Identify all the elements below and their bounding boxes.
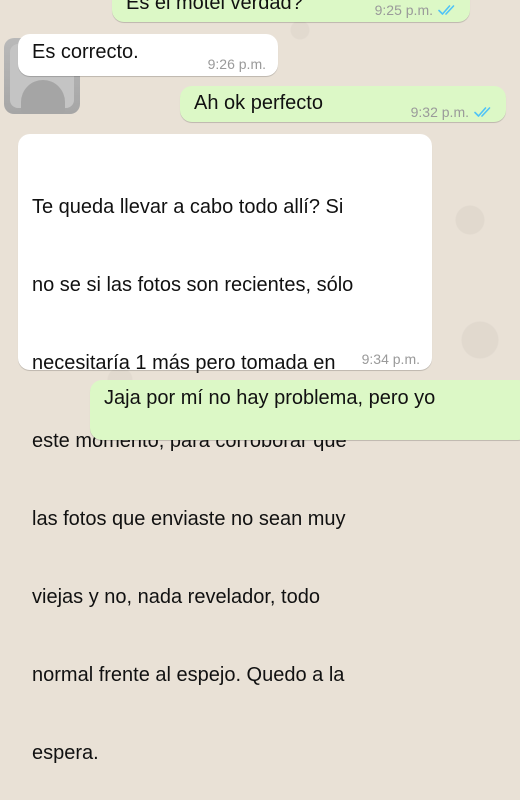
message-text: Te queda llevar a cabo todo allí? Si no … bbox=[32, 142, 353, 800]
message-line: necesitaría 1 más pero tomada en bbox=[32, 352, 336, 374]
double-check-icon bbox=[474, 106, 496, 118]
message-line: las fotos que enviaste no sean muy bbox=[32, 508, 346, 530]
message-bubble-incoming[interactable]: Te queda llevar a cabo todo allí? Si no … bbox=[18, 134, 432, 764]
message-meta: 9:25 p.m. bbox=[375, 0, 460, 23]
message-text: Jaja por mí no hay problema, pero yo bbox=[104, 387, 436, 409]
message-line: Te queda llevar a cabo todo allí? Si bbox=[32, 196, 344, 218]
message-text: Es correcto. bbox=[32, 41, 139, 63]
message-line: viejas y no, nada revelador, todo bbox=[32, 586, 320, 608]
message-time: 9:32 p.m. bbox=[410, 104, 469, 120]
message-bubble-outgoing[interactable]: Jaja por mí no hay problema, pero yo bbox=[90, 380, 520, 440]
message-time: 9:34 p.m. bbox=[361, 351, 420, 367]
message-time: 9:26 p.m. bbox=[207, 56, 266, 72]
double-check-icon bbox=[438, 4, 460, 16]
message-meta: 9:26 p.m. bbox=[208, 51, 266, 77]
message-text: Es el motel verdad? bbox=[126, 0, 303, 14]
message-time: 9:25 p.m. bbox=[374, 2, 433, 18]
message-line: no se si las fotos son recientes, sólo bbox=[32, 274, 354, 296]
message-meta: 9:34 p.m. bbox=[362, 346, 420, 372]
message-bubble-outgoing[interactable]: Es el motel verdad? 9:25 p.m. bbox=[112, 0, 470, 22]
message-meta: 9:32 p.m. bbox=[411, 99, 496, 125]
message-bubble-outgoing[interactable]: Ah ok perfecto 9:32 p.m. bbox=[180, 86, 506, 122]
message-line: espera. bbox=[32, 742, 99, 764]
message-line: normal frente al espejo. Quedo a la bbox=[32, 664, 345, 686]
message-text: Ah ok perfecto bbox=[194, 92, 323, 114]
message-bubble-incoming[interactable]: Es correcto. 9:26 p.m. bbox=[18, 34, 278, 76]
